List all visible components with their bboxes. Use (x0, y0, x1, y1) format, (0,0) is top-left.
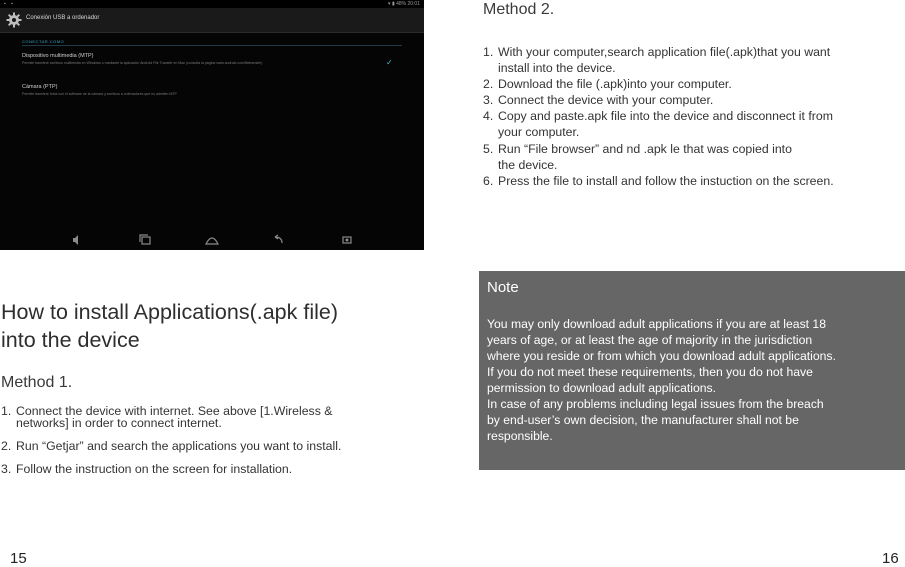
navigation-bar (0, 230, 424, 250)
option-description: Permite transferir fotos con el software… (22, 92, 177, 96)
step-text: Run “Getjar” and search the applications… (16, 439, 342, 453)
method-2-steps: 1. With your computer,search application… (483, 44, 903, 189)
note-line: permission to download adult application… (487, 381, 716, 395)
status-notifications: ▪ ▪ (4, 1, 15, 7)
note-line: by end-user’s own decision, the manufact… (487, 413, 799, 427)
screenshot-icon[interactable] (340, 234, 354, 246)
page-heading: How to install Applications(.apk file) i… (1, 298, 338, 354)
method-2-title: Method 2. (483, 1, 555, 18)
note-body: You may only download adult applications… (487, 316, 905, 444)
note-line: If you do not meet these requirements, t… (487, 365, 813, 379)
step-number: 3. (483, 93, 494, 108)
action-bar: Conexión USB a ordenador (0, 8, 424, 33)
step-number: 2. (1, 439, 12, 453)
note-line: responsible. (487, 429, 553, 443)
method-1-title: Method 1. (1, 374, 73, 391)
step-number: 5. (483, 141, 494, 156)
option-mtp[interactable]: Dispositivo multimedia (MTP) Permite tra… (22, 53, 382, 66)
step-number: 4. (483, 109, 494, 124)
step-text: Download the file (.apk)into your comput… (498, 77, 732, 92)
step-number: 2. (483, 77, 494, 92)
step-text: Press the file to install and follow the… (498, 173, 834, 188)
status-bar: ▪ ▪ ▾ ▮ 48% 20:01 (0, 0, 424, 8)
step-number: 1. (483, 45, 494, 59)
step-item: 5. Run “File browser” and nd .apk le tha… (483, 141, 903, 173)
status-battery-clock: ▾ ▮ 48% 20:01 (388, 1, 420, 7)
screen-title: Conexión USB a ordenador (26, 15, 100, 21)
step-item: 2. Run “Getjar” and search the applicati… (1, 440, 421, 452)
step-text: Copy and paste.apk file into the device … (498, 109, 833, 124)
step-text: Connect the device with your computer. (498, 93, 714, 108)
step-text-continued: networks] in order to connect internet. (16, 416, 222, 430)
section-header: CONECTAR COMO (22, 39, 65, 44)
step-text: With your computer,search application fi… (498, 45, 831, 59)
option-title: Cámara (PTP) (22, 84, 58, 90)
step-number: 3. (1, 462, 12, 476)
step-text-continued: the device. (498, 157, 558, 172)
step-text-continued: your computer. (498, 125, 580, 140)
step-item: 3. Follow the instruction on the screen … (1, 463, 421, 475)
step-text: Run “File browser” and nd .apk le that w… (498, 141, 792, 156)
step-item: 6. Press the file to install and follow … (483, 173, 903, 189)
step-number: 1. (1, 404, 12, 418)
tablet-screenshot: ▪ ▪ ▾ ▮ 48% 20:01 Conexión USB a ordenad… (0, 0, 424, 250)
home-icon[interactable] (205, 234, 219, 246)
recents-icon[interactable] (138, 234, 152, 246)
note-line: You may only download adult applications… (487, 317, 826, 331)
gear-icon (6, 12, 22, 28)
note-line: where you reside or from which you downl… (487, 349, 836, 363)
page-number-right: 16 (882, 550, 899, 567)
method-1-steps: 1. Connect the device with internet. See… (1, 405, 421, 486)
step-number: 6. (483, 173, 494, 188)
option-ptp[interactable]: Cámara (PTP) Permite transferir fotos co… (22, 84, 382, 97)
volume-icon[interactable] (70, 234, 84, 246)
note-box: Note You may only download adult applica… (479, 271, 905, 470)
checkbox-checked-icon[interactable]: ✓ (386, 58, 393, 67)
step-item: 2. Download the file (.apk)into your com… (483, 76, 903, 92)
step-item: 3. Connect the device with your computer… (483, 92, 903, 108)
step-text: Follow the instruction on the screen for… (16, 462, 293, 476)
step-text-continued: install into the device. (498, 61, 616, 76)
section-divider (22, 45, 402, 46)
step-item: 1. Connect the device with internet. See… (1, 405, 421, 429)
heading-line-2: into the device (1, 328, 140, 352)
step-item: 4. Copy and paste.apk file into the devi… (483, 108, 903, 140)
option-description: Permite transferir archivos multimedia e… (22, 61, 263, 65)
note-line: years of age, or at least the age of maj… (487, 333, 813, 347)
note-line: In case of any problems including legal … (487, 397, 824, 411)
step-item: 1. With your computer,search application… (483, 44, 903, 76)
page-number-left: 15 (10, 550, 27, 567)
back-icon[interactable] (270, 234, 284, 246)
note-title: Note (487, 279, 519, 296)
heading-line-1: How to install Applications(.apk file) (1, 300, 338, 324)
option-title: Dispositivo multimedia (MTP) (22, 53, 94, 59)
